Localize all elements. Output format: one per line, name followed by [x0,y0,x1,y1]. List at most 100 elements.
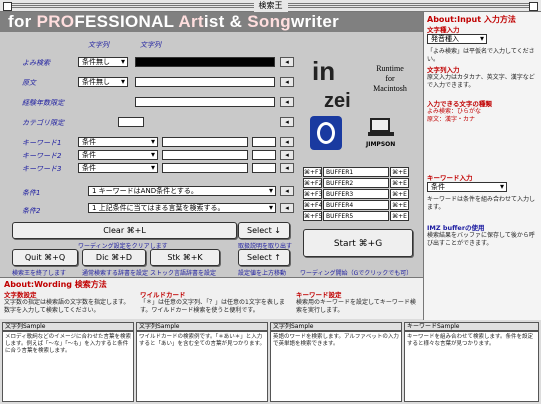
buffer-key[interactable]: ⌘+F5 [303,211,322,221]
help-text: 原文：漢字・カナ [427,116,476,123]
buffer-shortcut[interactable]: ⌘+E [390,167,409,177]
start-note: ワーディング開始（Gでクリックでも可） [300,270,413,277]
select-down-button[interactable]: Select ↓ [238,222,290,239]
help-panel: About:Input 入力方法 文字種入力 発音種入 「よみ検索」は平仮名で入… [423,12,541,320]
buffer-row[interactable]: ⌘+F2 BUFFER2 ⌘+E [303,178,411,188]
condition-step-button[interactable]: ◂ [280,203,294,213]
wording-section-head: ワイルドカード [140,291,186,299]
row-mode-select[interactable]: 条件 [78,163,158,173]
quit-button[interactable]: Quit ⌘+Q [12,249,78,266]
row-label: 経験年数限定 [22,99,64,107]
row-label: キーワード3 [22,165,62,173]
row-input-small[interactable] [252,163,276,173]
zoom-box[interactable] [529,2,538,11]
runtime-mac: Macintosh [373,84,407,93]
logo-zei: zei [324,90,351,112]
help-text: 「よみ検索」は平仮名で入力してください。 [427,48,535,63]
dic-button[interactable]: Dic ⌘+D [82,249,146,266]
start-button[interactable]: Start ⌘+G [303,229,413,257]
close-box[interactable] [3,2,12,11]
buffer-shortcut[interactable]: ⌘+E [390,178,409,188]
help-text: キーワードは条件を組み合わせて入力します。 [427,196,536,211]
banner-prefix: for [8,12,37,31]
banner-fessional: FESSIONAL [74,12,179,31]
row-input[interactable] [118,117,144,127]
wording-section-head: キーワード設定 [296,291,342,299]
row-input[interactable] [162,137,248,147]
row-step-button[interactable]: ◂ [280,163,294,173]
input-type-select[interactable]: 発音種入 [427,34,487,44]
sample-body[interactable]: キーワードを組み合わせて検索します。条件を設定すると様々な言葉が見つかります。 [404,331,539,402]
wording-section-text: 「＊」は任意の文字列、「？」は任意の1文字を表します。ワイルドカード検索を使うと… [140,299,285,314]
buffer-name[interactable]: BUFFER4 [323,200,389,210]
row-input-small[interactable] [252,150,276,160]
condition-select[interactable]: 1 上記条件に当てはまる言葉を検索する。 [88,203,276,213]
buffer-name[interactable]: BUFFER1 [323,167,389,177]
logo-area: in zei Runtime for Macintosh JIMPSON [300,44,418,162]
banner: for PROFESSIONAL Artist & Songwriter [0,12,423,32]
buffer-name[interactable]: BUFFER3 [323,189,389,199]
buffer-row[interactable]: ⌘+F5 BUFFER5 ⌘+E [303,211,411,221]
banner-writer: writer [290,12,340,31]
row-step-button[interactable]: ◂ [280,117,294,127]
buffer-shortcut[interactable]: ⌘+E [390,200,409,210]
row-step-button[interactable]: ◂ [280,97,294,107]
buffer-name[interactable]: BUFFER5 [323,211,389,221]
sample-body[interactable]: メロディ歌詞などのイメージに合わせた言葉を検索します。例えば「～な」「～も」を入… [2,331,134,402]
help-subhead: 入力できる文字の種類 [427,100,492,108]
stk-note: ストック言語辞書を設定 [150,270,217,277]
wording-section: 文字数設定 文字数の指定は検索語の文字数を指定します。数字を入力して検索してくだ… [4,289,134,314]
condition-label: 条件1 [22,189,41,197]
select-up-button[interactable]: Select ↑ [238,249,290,266]
row-input[interactable] [162,150,248,160]
jimpson-label: JIMPSON [366,141,396,148]
help-text: よみ検索：ひらがな [427,108,482,115]
sample-body[interactable]: ワイルドカードの検索例です。「＊あい＊」と入力すると「あい」を含む全ての言葉が見… [136,331,268,402]
buffer-name[interactable]: BUFFER2 [323,178,389,188]
condition-label: 条件2 [22,207,41,215]
row-mode-select[interactable]: 条件無し [78,77,128,87]
select-up-note: 設定値を上方移動 [238,270,287,277]
row-step-button[interactable]: ◂ [280,150,294,160]
row-mode-select[interactable]: 条件無し [78,57,128,67]
zero-icon [310,116,342,150]
buffer-key[interactable]: ⌘+F4 [303,200,322,210]
wording-section-text: 検索用のキーワードを設定してキーワード検索を実行します。 [296,299,416,314]
row-step-button[interactable]: ◂ [280,77,294,87]
sample-head: 文字列Sample [2,322,134,331]
row-input-small[interactable] [252,137,276,147]
condition-step-button[interactable]: ◂ [280,186,294,196]
sample-body[interactable]: 英語のワードを検索します。アルファベットの入力で英単語を検索できます。 [270,331,402,402]
row-label: キーワード2 [22,152,62,160]
buffer-shortcut[interactable]: ⌘+E [390,211,409,221]
clear-button[interactable]: Clear ⌘+L [12,222,237,239]
row-input[interactable] [135,97,275,107]
about-wording-panel: About:Wording 検索方法 文字数設定 文字数の指定は検索語の文字数を… [0,277,423,319]
keyword-select[interactable]: 条件 [427,182,507,192]
logo-in: in [312,56,336,86]
buffer-key[interactable]: ⌘+F3 [303,189,322,199]
row-input[interactable] [135,57,275,67]
condition-select[interactable]: 1 キーワードはAND条件とする。 [88,186,276,196]
row-input[interactable] [162,163,248,173]
runtime-text: Runtime [376,64,404,73]
row-mode-select[interactable]: 条件 [78,137,158,147]
dic-note: 通常検索する辞書を設定 [82,270,149,277]
logo-runtime: Runtime for Macintosh [365,64,415,94]
row-mode-select[interactable]: 条件 [78,150,158,160]
row-label: カテゴリ限定 [22,119,64,127]
buffer-shortcut[interactable]: ⌘+E [390,189,409,199]
buffer-row[interactable]: ⌘+F3 BUFFER3 ⌘+E [303,189,411,199]
buffer-key[interactable]: ⌘+F2 [303,178,322,188]
row-step-button[interactable]: ◂ [280,57,294,67]
buffer-key[interactable]: ⌘+F1 [303,167,322,177]
stk-button[interactable]: Stk ⌘+K [150,249,220,266]
banner-art: Art [178,12,204,31]
window-titlebar[interactable]: 検索王 [0,0,541,12]
buffer-row[interactable]: ⌘+F4 BUFFER4 ⌘+E [303,200,411,210]
help-subhead: 文字列入力 [427,66,460,74]
row-step-button[interactable]: ◂ [280,137,294,147]
row-input[interactable] [135,77,275,87]
buffer-row[interactable]: ⌘+F1 BUFFER1 ⌘+E [303,167,411,177]
wording-section: ワイルドカード 「＊」は任意の文字列、「？」は任意の1文字を表します。ワイルドカ… [140,289,290,314]
